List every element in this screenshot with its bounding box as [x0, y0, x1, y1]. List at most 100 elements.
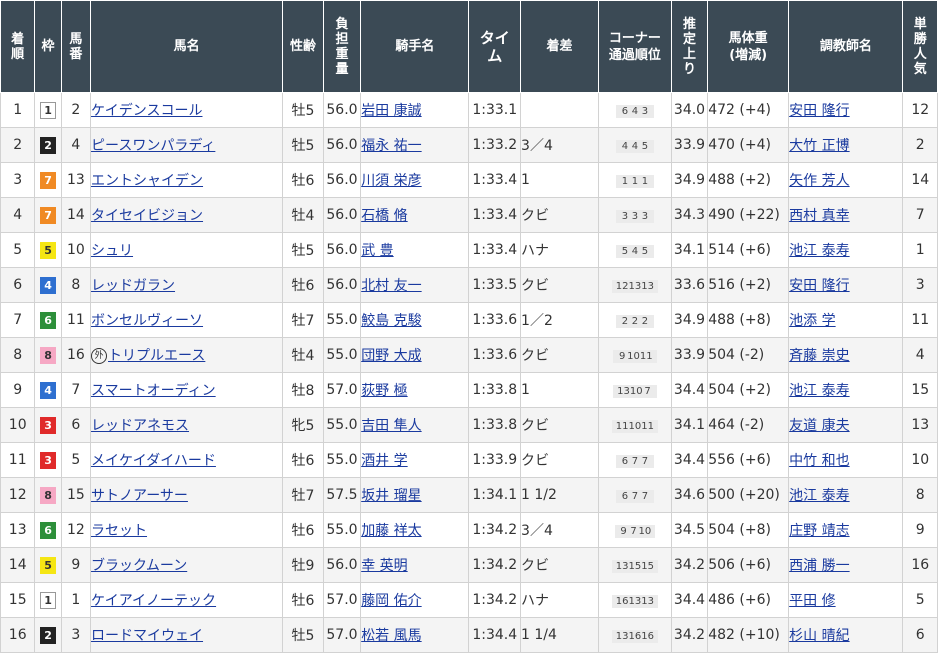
popularity-cell: 10	[902, 442, 938, 478]
horse-name-link[interactable]: レッドアネモス	[92, 418, 189, 434]
weight-cell: 56.0	[322, 547, 362, 583]
time-cell: 1:33.4	[468, 162, 522, 198]
trainer-link[interactable]: 斉藤 崇史	[790, 348, 850, 364]
trainer-link[interactable]: 友道 康夫	[790, 418, 850, 434]
horse-name-link[interactable]: サトノアーサー	[92, 488, 188, 504]
umaban-cell: 16	[60, 337, 92, 373]
jockey-link[interactable]: 福永 祐一	[362, 138, 422, 154]
jockey-cell: 加藤 祥太	[360, 512, 470, 548]
horse-name-link[interactable]: エントシャイデン	[92, 173, 203, 189]
jockey-link[interactable]: 川須 栄彦	[362, 173, 422, 189]
corner-position: 5	[641, 246, 649, 257]
jockey-link[interactable]: 松若 風馬	[362, 628, 422, 644]
jockey-cell: 団野 大成	[360, 337, 470, 373]
sex-age-cell: 牡4	[282, 197, 324, 233]
last3f-cell: 34.2	[670, 617, 709, 653]
trainer-link[interactable]: 池添 学	[790, 313, 836, 329]
corner-position: 5	[641, 141, 649, 152]
last3f-cell: 34.4	[670, 372, 709, 408]
last3f-cell: 34.4	[670, 582, 709, 618]
horse-name-link[interactable]: ケイデンスコール	[92, 103, 203, 119]
popularity-cell: 3	[902, 267, 938, 303]
corner-positions: 111011	[611, 420, 658, 433]
umaban-cell: 10	[60, 232, 92, 268]
table-row: 13 6 12 ラセット 牡6 55.0 加藤 祥太 1:34.2 3／4 9 7 10 34.5 504…	[0, 512, 938, 548]
jockey-link[interactable]: 吉田 隼人	[362, 418, 422, 434]
waku-badge: 8	[40, 346, 57, 364]
horse-name-link[interactable]: ロードマイウェイ	[92, 628, 203, 644]
margin-cell: 1	[520, 372, 599, 408]
trainer-link[interactable]: 池江 泰寿	[790, 243, 850, 259]
horse-name-link[interactable]: シュリ	[92, 243, 133, 259]
body-weight-cell: 506 (+6)	[707, 547, 790, 583]
horse-name-link[interactable]: タイセイビジョン	[92, 208, 203, 224]
jockey-link[interactable]: 荻野 極	[362, 383, 408, 399]
trainer-link[interactable]: 西村 真幸	[790, 208, 850, 224]
jockey-cell: 北村 友一	[360, 267, 470, 303]
jockey-link[interactable]: 武 豊	[362, 243, 394, 259]
trainer-link[interactable]: 大竹 正博	[790, 138, 850, 154]
jockey-link[interactable]: 幸 英明	[362, 558, 408, 574]
horse-name-link[interactable]: ピースワンパラディ	[92, 138, 216, 154]
jockey-link[interactable]: 藤岡 佑介	[362, 593, 422, 609]
sex-age-cell: 牡9	[282, 547, 324, 583]
sex-age-cell: 牡6	[282, 512, 324, 548]
waku-cell: 3	[34, 442, 62, 478]
horse-name-link[interactable]: レッドガラン	[92, 278, 175, 294]
rank-cell: 5	[0, 232, 36, 268]
body-weight-cell: 500 (+20)	[707, 477, 790, 513]
trainer-link[interactable]: 西浦 勝一	[790, 558, 850, 574]
jockey-cell: 川須 栄彦	[360, 162, 470, 198]
waku-badge: 7	[40, 171, 57, 189]
trainer-link[interactable]: 中竹 和也	[790, 453, 850, 469]
time-cell: 1:33.8	[468, 372, 522, 408]
trainer-link[interactable]: 池江 泰寿	[790, 488, 850, 504]
jockey-cell: 荻野 極	[360, 372, 470, 408]
horse-name-link[interactable]: ボンセルヴィーソ	[92, 313, 203, 329]
umaban-cell: 15	[60, 477, 92, 513]
horse-name-link[interactable]: ラセット	[92, 523, 147, 539]
corner-position: 6	[621, 456, 629, 467]
rank-cell: 14	[0, 547, 36, 583]
corner-position: 10	[638, 526, 652, 537]
race-results-table: 着順 枠 馬番 馬名 性齢 負担重量 騎手名 タイム 着差 コーナー通過順位 推…	[0, 0, 938, 653]
horse-name-link[interactable]: スマートオーディン	[92, 383, 216, 399]
trainer-link[interactable]: 安田 隆行	[790, 103, 850, 119]
waku-badge: 7	[40, 206, 57, 224]
waku-cell: 1	[34, 582, 62, 618]
jockey-link[interactable]: 北村 友一	[362, 278, 422, 294]
trainer-cell: 安田 隆行	[788, 92, 904, 128]
trainer-link[interactable]: 庄野 靖志	[790, 523, 850, 539]
horse-name-link[interactable]: ブラックムーン	[92, 558, 188, 574]
table-row: 7 6 11 ボンセルヴィーソ 牡7 55.0 鮫島 克駿 1:33.6 1／2 2 2 2 34.9 4…	[0, 302, 938, 338]
corner-position: 13	[615, 631, 629, 642]
trainer-link[interactable]: 矢作 芳人	[790, 173, 850, 189]
time-cell: 1:33.6	[468, 302, 522, 338]
trainer-link[interactable]: 杉山 晴紀	[790, 628, 850, 644]
rank-cell: 8	[0, 337, 36, 373]
umaban-cell: 11	[60, 302, 92, 338]
trainer-link[interactable]: 安田 隆行	[790, 278, 850, 294]
jockey-link[interactable]: 坂井 瑠星	[362, 488, 422, 504]
header-umaban: 馬番	[60, 0, 92, 93]
trainer-link[interactable]: 平田 修	[790, 593, 836, 609]
horse-name-link[interactable]: ケイアイノーテック	[92, 593, 217, 609]
corner-cell: 222	[597, 302, 672, 338]
trainer-cell: 矢作 芳人	[788, 162, 904, 198]
jockey-link[interactable]: 酒井 学	[362, 453, 408, 469]
corner-position: 10	[628, 421, 642, 432]
sex-age-cell: 牡4	[282, 337, 324, 373]
waku-cell: 2	[34, 127, 62, 163]
jockey-link[interactable]: 石橋 脩	[362, 208, 408, 224]
jockey-link[interactable]: 岩田 康誠	[362, 103, 422, 119]
jockey-link[interactable]: 加藤 祥太	[362, 523, 422, 539]
horse-name-link[interactable]: トリプルエース	[108, 348, 205, 364]
jockey-link[interactable]: 鮫島 克駿	[362, 313, 422, 329]
jockey-cell: 藤岡 佑介	[360, 582, 470, 618]
waku-cell: 7	[34, 197, 62, 233]
jockey-link[interactable]: 団野 大成	[362, 348, 422, 364]
trainer-link[interactable]: 池江 泰寿	[790, 383, 850, 399]
horse-name-link[interactable]: メイケイダイハード	[92, 453, 216, 469]
time-cell: 1:34.2	[468, 582, 522, 618]
trainer-cell: 安田 隆行	[788, 267, 904, 303]
